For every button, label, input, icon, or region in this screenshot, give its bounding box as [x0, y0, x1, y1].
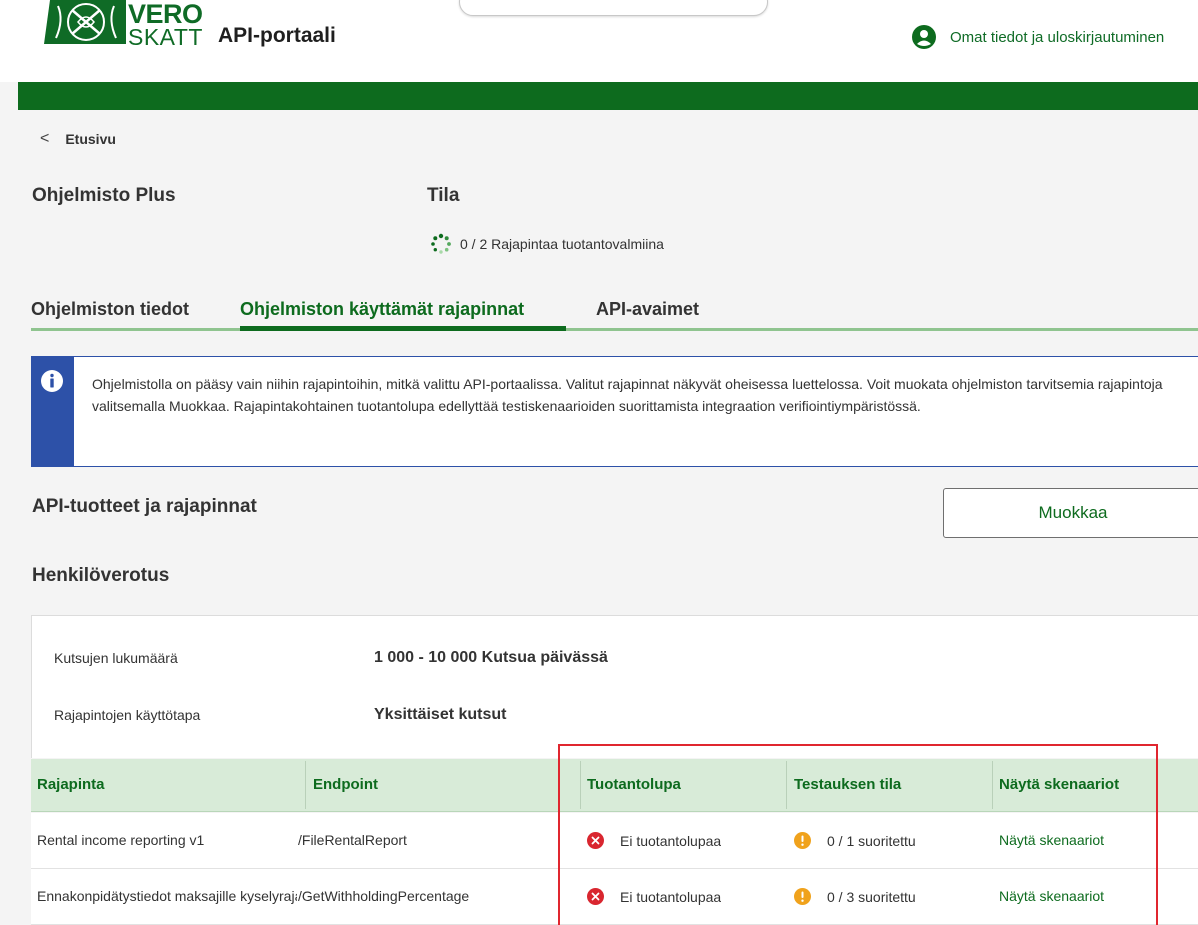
- browser-search-popup[interactable]: [459, 0, 768, 16]
- permit-text: Ei tuotantolupaa: [620, 888, 722, 905]
- test-status-text: 0 / 3 suoritettu: [827, 888, 916, 905]
- row-endpoint: /FileRentalReport: [298, 832, 407, 848]
- show-scenarios-link[interactable]: Näytä skenaariot: [999, 832, 1104, 848]
- table-header: Rajapinta Endpoint Tuotantolupa Testauks…: [31, 759, 1198, 812]
- test-status-text: 0 / 1 suoritettu: [827, 832, 916, 849]
- usage-label: Rajapintojen käyttötapa: [54, 707, 201, 723]
- row-permit: Ei tuotantolupaa: [587, 832, 721, 849]
- header-production-permit: Tuotantolupa: [587, 776, 681, 793]
- calls-value: 1 000 - 10 000 Kutsua päivässä: [374, 649, 608, 666]
- usage-value: Yksittäiset kutsut: [374, 706, 507, 723]
- row-test-status: 0 / 3 suoritettu: [794, 888, 916, 905]
- site-header: VERO SKATT API-portaali Omat tiedot ja u…: [0, 0, 1198, 82]
- tab-api-keys[interactable]: API-avaimet: [596, 299, 699, 320]
- row-test-status: 0 / 1 suoritettu: [794, 832, 916, 849]
- section-title: API-tuotteet ja rajapinnat: [32, 496, 257, 517]
- back-link-label: Etusivu: [65, 131, 116, 147]
- vero-emblem-icon: [44, 0, 126, 44]
- warning-icon: [794, 888, 811, 905]
- header-separator: [786, 761, 787, 809]
- status-summary: 0 / 2 Rajapintaa tuotantovalmiina: [430, 233, 664, 255]
- tab-software-details[interactable]: Ohjelmiston tiedot: [31, 299, 189, 320]
- edit-button[interactable]: Muokkaa: [943, 488, 1198, 538]
- tab-used-interfaces[interactable]: Ohjelmiston käyttämät rajapinnat: [240, 299, 524, 320]
- warning-icon: [794, 832, 811, 849]
- error-icon: [587, 832, 604, 849]
- header-separator: [992, 761, 993, 809]
- software-name: Ohjelmisto Plus: [32, 185, 176, 206]
- chevron-left-icon: <: [40, 130, 50, 147]
- vero-logo[interactable]: VERO SKATT: [44, 0, 204, 49]
- table-row: Rental income reporting v1 /FileRentalRe…: [31, 813, 1198, 869]
- progress-spinner-icon: [431, 233, 451, 254]
- navigation-bar: [18, 82, 1198, 110]
- header-test-status: Testauksen tila: [794, 776, 902, 793]
- api-product-details: Kutsujen lukumäärä 1 000 - 10 000 Kutsua…: [31, 615, 1198, 758]
- info-notice: Ohjelmistolla on pääsy vain niihin rajap…: [31, 356, 1198, 467]
- active-tab-indicator: [240, 326, 566, 331]
- back-link[interactable]: < Etusivu: [40, 130, 116, 148]
- user-avatar-icon: [912, 25, 936, 49]
- error-icon: [587, 888, 604, 905]
- header-separator: [580, 761, 581, 809]
- user-profile-link[interactable]: Omat tiedot ja uloskirjautuminen: [912, 25, 1164, 49]
- status-label: Tila: [427, 185, 460, 206]
- row-interface: Rental income reporting v1: [37, 832, 205, 848]
- status-text: 0 / 2 Rajapintaa tuotantovalmiina: [460, 236, 664, 252]
- row-permit: Ei tuotantolupaa: [587, 888, 721, 905]
- header-endpoint: Endpoint: [313, 776, 378, 793]
- table-row: Ennakonpidätystiedot maksajille kyselyra…: [31, 869, 1198, 925]
- row-endpoint: /GetWithholdingPercentage: [298, 888, 470, 904]
- subsection-title: Henkilöverotus: [32, 565, 170, 586]
- info-strip: [32, 357, 74, 466]
- row-interface: Ennakonpidätystiedot maksajille kyselyra…: [37, 888, 297, 904]
- logo-line2: SKATT: [128, 24, 203, 50]
- show-scenarios-link[interactable]: Näytä skenaariot: [999, 888, 1104, 904]
- header-interface: Rajapinta: [37, 776, 105, 793]
- permit-text: Ei tuotantolupaa: [620, 832, 722, 849]
- tab-bar: Ohjelmiston tiedot Ohjelmiston käyttämät…: [31, 299, 1198, 331]
- user-link-label: Omat tiedot ja uloskirjautuminen: [950, 28, 1165, 46]
- info-text: Ohjelmistolla on pääsy vain niihin rajap…: [92, 376, 1163, 414]
- header-show-scenarios: Näytä skenaariot: [999, 776, 1120, 793]
- info-icon: [41, 370, 63, 392]
- logo-wordmark: VERO SKATT: [128, 1, 203, 49]
- calls-label: Kutsujen lukumäärä: [54, 650, 178, 666]
- portal-title: API-portaali: [218, 24, 336, 47]
- header-separator: [305, 761, 306, 809]
